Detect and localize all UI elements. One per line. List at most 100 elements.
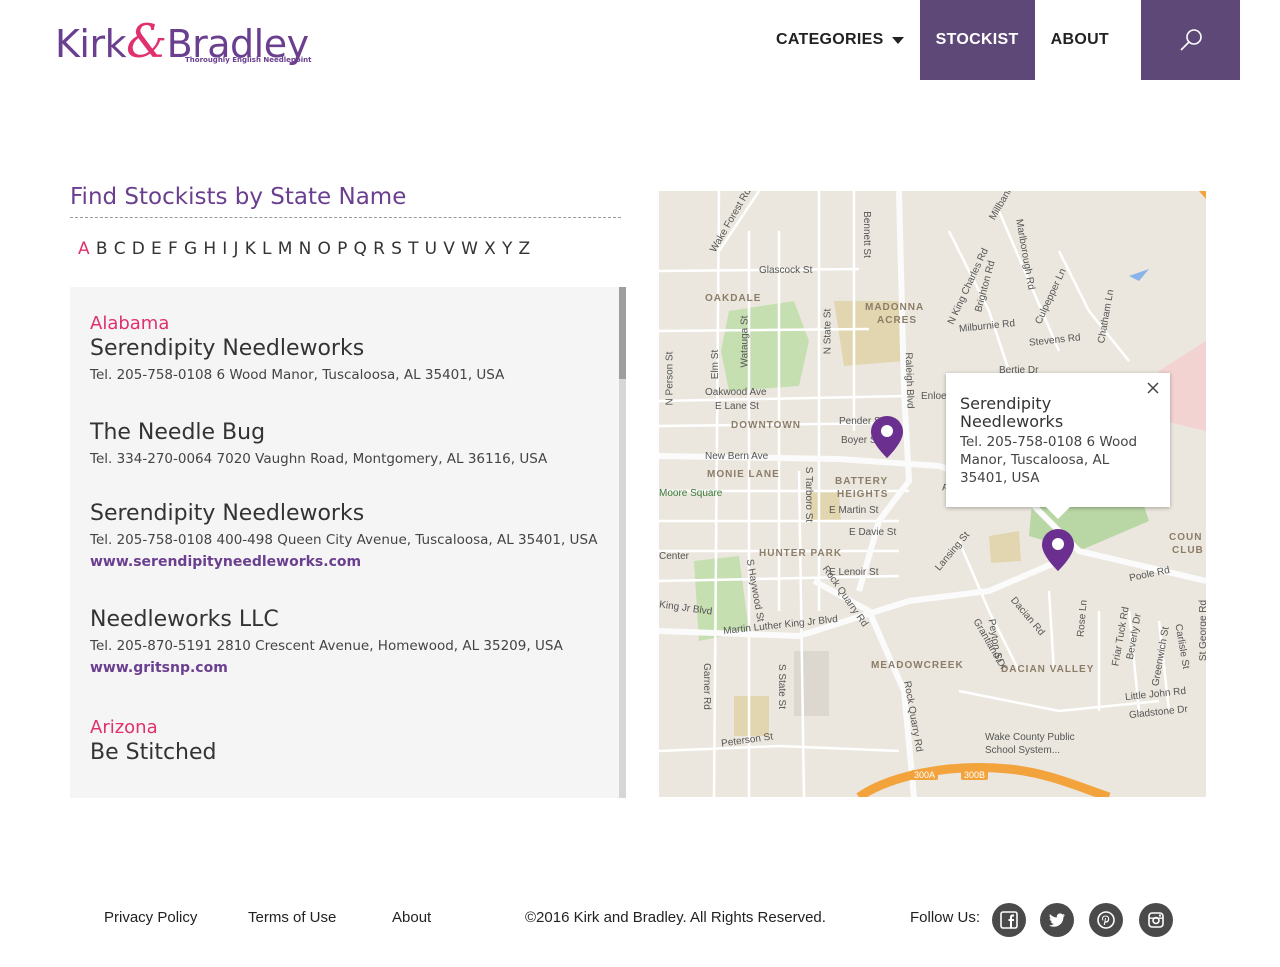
caret-down-icon (891, 36, 904, 44)
letter-filter-y[interactable]: Y (502, 239, 512, 259)
letter-filter-t[interactable]: T (408, 239, 418, 259)
letter-filter-d[interactable]: D (132, 239, 145, 259)
map-area-label: CLUB (1172, 545, 1204, 556)
facebook-icon (1000, 911, 1018, 929)
state-heading: Arizona (90, 717, 158, 738)
map-marker[interactable] (1042, 529, 1074, 571)
map-street-label: Elm St (710, 349, 722, 380)
letter-filter-o[interactable]: O (317, 239, 330, 259)
map-area-label: MADONNA (865, 302, 925, 313)
nav-about[interactable]: ABOUT (1035, 0, 1125, 80)
close-icon[interactable] (1146, 381, 1160, 395)
site-logo[interactable]: Kirk&Bradley Thoroughly English Needlepo… (55, 10, 315, 70)
stockist-info: Tel. 205-870-5191 2810 Crescent Avenue, … (90, 638, 563, 654)
list-item: Arizona Be Stitched (90, 717, 217, 765)
map-street-label: Watauga St (739, 315, 751, 368)
letter-filter-b[interactable]: B (96, 239, 108, 259)
letter-filter-e[interactable]: E (151, 239, 162, 259)
letter-filter-q[interactable]: Q (354, 239, 367, 259)
map-street-label: St George Rd (1198, 599, 1206, 662)
letter-filter-h[interactable]: H (203, 239, 216, 259)
instagram-icon (1148, 912, 1164, 928)
map-street-label: E Lane St (715, 401, 759, 412)
map-street-label: School System... (985, 745, 1061, 756)
nav-stockist[interactable]: STOCKIST (919, 0, 1035, 80)
footer-about-link[interactable]: About (392, 909, 431, 926)
letter-filter-r[interactable]: R (373, 239, 385, 259)
map-area-label: COUN (1169, 532, 1203, 543)
stockist-info: Tel. 205-758-0108 400-498 Queen City Ave… (90, 532, 598, 548)
twitter-link[interactable] (1040, 903, 1074, 937)
map-area-label: ACRES (877, 315, 918, 326)
letter-filter-x[interactable]: X (484, 239, 496, 259)
map-area-label: MONIE LANE (707, 469, 780, 480)
map-road-shield: 300B (961, 770, 989, 780)
list-item: Serendipity Needleworks Tel. 205-758-010… (90, 501, 598, 570)
map-area-label: HUNTER PARK (759, 548, 843, 559)
letter-filter-p[interactable]: P (337, 239, 347, 259)
stockist-name[interactable]: Needleworks LLC (90, 607, 563, 632)
site-footer: Privacy Policy Terms of Use About ©2016 … (0, 895, 1280, 945)
stockist-name[interactable]: Serendipity Needleworks (90, 336, 504, 361)
info-window-details: Tel. 205-758-0108 6 Wood Manor, Tuscaloo… (960, 434, 1138, 486)
nav-categories[interactable]: CATEGORIES (760, 0, 920, 80)
letter-filter-w[interactable]: W (461, 239, 478, 259)
letter-filter-v[interactable]: V (443, 239, 455, 259)
map-street-label: N State St (822, 308, 834, 355)
instagram-link[interactable] (1139, 903, 1173, 937)
nav-categories-label: CATEGORIES (775, 31, 884, 48)
letter-filter-s[interactable]: S (391, 239, 402, 259)
stockist-name[interactable]: The Needle Bug (90, 420, 547, 445)
letter-filter-k[interactable]: K (245, 239, 256, 259)
map-area-label: DOWNTOWN (731, 420, 802, 431)
map-street-label: Glascock St (759, 265, 813, 276)
letter-filter-z[interactable]: Z (519, 239, 531, 259)
search-icon (1179, 29, 1202, 51)
stockist-name[interactable]: Serendipity Needleworks (90, 501, 598, 526)
stockist-map[interactable]: OAKDALE MADONNA ACRES DOWNTOWN MONIE LAN… (659, 191, 1206, 797)
list-scrollbar[interactable] (619, 287, 626, 798)
stockist-list[interactable]: Alabama Serendipity Needleworks Tel. 205… (70, 287, 626, 798)
letter-filter-n[interactable]: N (299, 239, 312, 259)
letter-filter-g[interactable]: G (184, 239, 197, 259)
letter-filter-j[interactable]: J (234, 239, 239, 259)
state-heading: Alabama (90, 313, 170, 334)
letter-filter-f[interactable]: F (168, 239, 178, 259)
letter-filter-m[interactable]: M (278, 239, 293, 259)
footer-terms-link[interactable]: Terms of Use (248, 909, 336, 926)
map-area-label: HEIGHTS (837, 489, 889, 500)
list-item: Needleworks LLC Tel. 205-870-5191 2810 C… (90, 607, 563, 676)
map-area-label: OAKDALE (705, 293, 762, 304)
map-street-label: Enloe (921, 391, 947, 402)
stockist-name[interactable]: Be Stitched (90, 740, 217, 765)
stockist-website-link[interactable]: www.serendipityneedleworks.com (90, 554, 598, 570)
finder-divider (70, 217, 621, 218)
list-scrollbar-thumb[interactable] (619, 287, 626, 379)
follow-us-label: Follow Us: (910, 909, 981, 926)
map-street-label: S State St (776, 663, 788, 710)
letter-filter-i[interactable]: I (222, 239, 227, 259)
facebook-link[interactable] (992, 903, 1026, 937)
letter-filter-l[interactable]: L (262, 239, 271, 259)
map-street-label: New Bern Ave (705, 451, 769, 462)
map-area-label: DACIAN VALLEY (1001, 664, 1095, 675)
pinterest-icon (1097, 911, 1115, 929)
map-street-label: Moore Square (659, 488, 723, 499)
list-item: Alabama Serendipity Needleworks Tel. 205… (90, 313, 504, 383)
footer-copyright: ©2016 Kirk and Bradley. All Rights Reser… (525, 909, 826, 926)
pinterest-link[interactable] (1089, 903, 1123, 937)
footer-privacy-link[interactable]: Privacy Policy (104, 909, 197, 926)
map-road-shield: 300A (911, 770, 939, 780)
alphabet-filter: ABCDEFGHIJKLMNOPQRSTUVWXYZ (78, 239, 536, 259)
nav-search-button[interactable] (1141, 0, 1240, 80)
map-area-label: MEADOWCREEK (871, 660, 964, 671)
logo-tagline: Thoroughly English Needlepoint (185, 56, 312, 64)
stockist-info: Tel. 205-758-0108 6 Wood Manor, Tuscaloo… (90, 367, 505, 383)
map-marker[interactable] (871, 416, 903, 458)
map-info-window: Serendipity Needleworks Tel. 205-758-010… (946, 373, 1170, 519)
letter-filter-a[interactable]: A (78, 239, 90, 259)
map-street-label: Center (659, 551, 690, 562)
stockist-website-link[interactable]: www.gritsnp.com (90, 660, 563, 676)
letter-filter-u[interactable]: U (425, 239, 437, 259)
letter-filter-c[interactable]: C (114, 239, 126, 259)
